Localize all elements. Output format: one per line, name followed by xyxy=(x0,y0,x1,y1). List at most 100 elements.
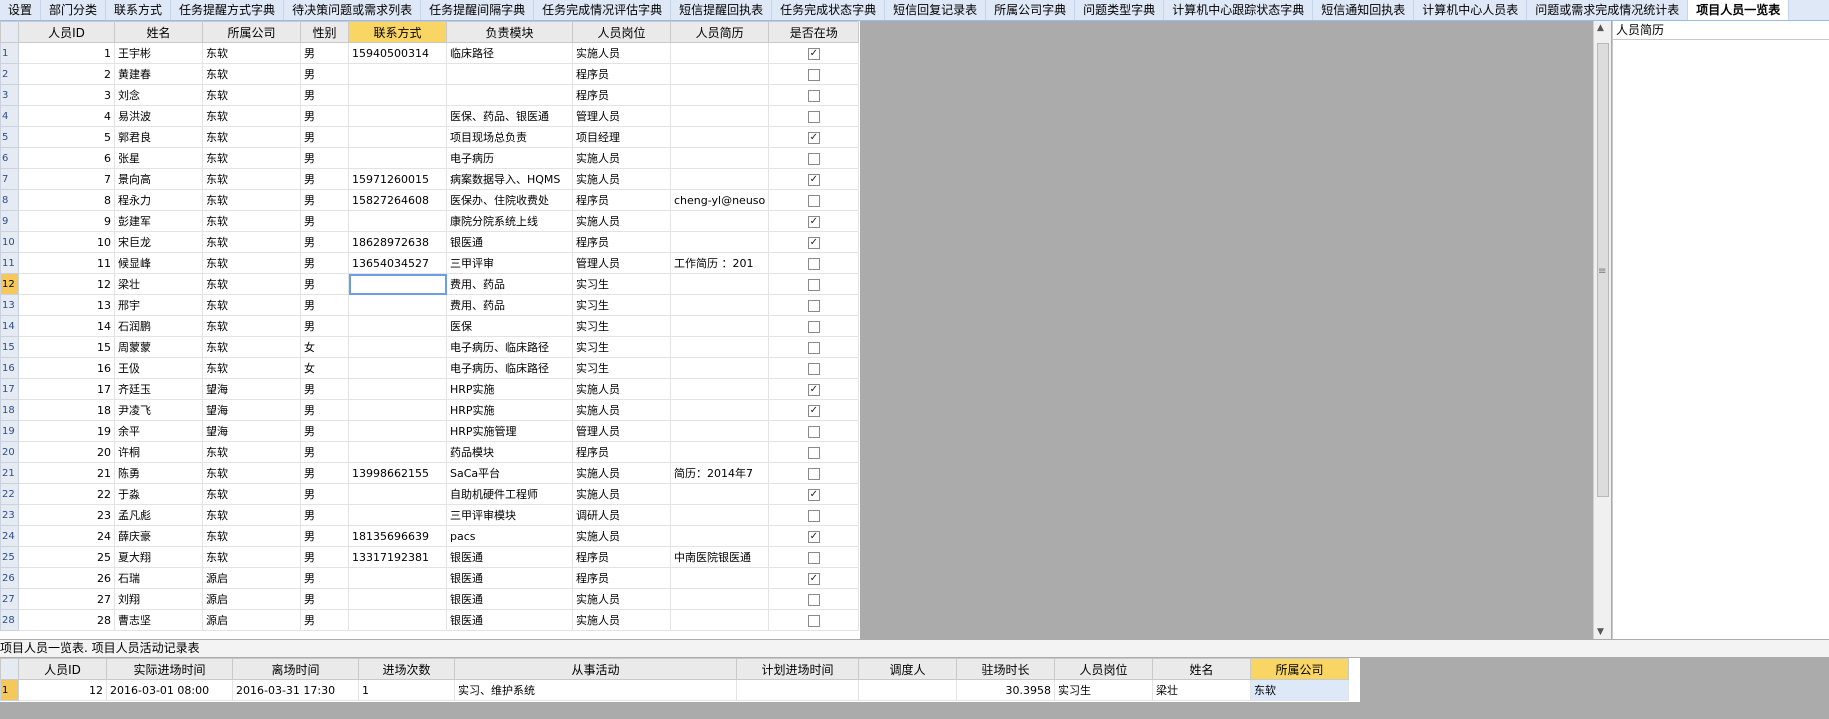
main-grid[interactable]: 人员ID 姓名 所属公司 性别 联系方式 负责模块 人员岗位 人员简历 是否在场 1 1 王宇彬 东软… xyxy=(0,21,860,639)
company-cell[interactable]: 东软 xyxy=(202,42,301,64)
row-selector[interactable]: 6 xyxy=(0,147,19,169)
resume-cell[interactable] xyxy=(669,504,770,526)
module-cell[interactable]: 银医通 xyxy=(446,567,573,589)
contact-cell[interactable] xyxy=(348,609,447,631)
row-selector[interactable]: 7 xyxy=(0,168,19,190)
contact-cell[interactable] xyxy=(348,378,447,400)
column-header[interactable]: 调度人 xyxy=(858,658,957,680)
company-cell[interactable]: 东软 xyxy=(202,525,301,547)
activity-cell[interactable]: 实习、维护系统 xyxy=(454,679,737,701)
table-row[interactable]: 20 20 许桐 东软男药品模块 程序员 xyxy=(0,441,860,463)
column-header[interactable]: 计划进场时间 xyxy=(736,658,859,680)
person-id-cell[interactable]: 20 xyxy=(18,441,115,463)
person-id-cell[interactable]: 19 xyxy=(18,420,115,442)
gender-cell[interactable]: 男 xyxy=(300,105,349,127)
onsite-checkbox[interactable]: ✓ xyxy=(807,488,820,501)
resume-cell[interactable] xyxy=(669,588,770,610)
column-header[interactable]: 所属公司 xyxy=(202,21,301,43)
contact-cell[interactable] xyxy=(348,210,447,232)
name-cell[interactable]: 余平 xyxy=(114,420,203,442)
resume-cell[interactable] xyxy=(669,63,770,85)
company-cell[interactable]: 东软 xyxy=(202,336,301,358)
resume-panel[interactable]: 人员简历 xyxy=(1612,21,1829,639)
module-cell[interactable]: 电子病历 xyxy=(446,147,573,169)
person-id-cell[interactable]: 24 xyxy=(18,525,115,547)
post-cell[interactable]: 实施人员 xyxy=(572,462,671,484)
person-id-cell[interactable]: 28 xyxy=(18,609,115,631)
table-row[interactable]: 6 6 张星 东软男电子病历 实施人员 xyxy=(0,147,860,169)
row-selector[interactable]: 25 xyxy=(0,546,19,568)
onsite-checkbox[interactable]: ✓ xyxy=(807,236,820,249)
contact-cell[interactable]: 13998662155 xyxy=(348,462,447,484)
scroll-up-icon[interactable]: ▲ xyxy=(1597,23,1604,33)
row-selector[interactable]: 26 xyxy=(0,567,19,589)
row-selector[interactable]: 19 xyxy=(0,420,19,442)
contact-cell[interactable] xyxy=(348,294,447,316)
contact-cell[interactable]: 18135696639 xyxy=(348,525,447,547)
company-cell[interactable]: 东软 xyxy=(202,462,301,484)
resume-cell[interactable] xyxy=(669,273,770,295)
name-cell[interactable]: 程永力 xyxy=(114,189,203,211)
company-cell[interactable]: 源启 xyxy=(202,609,301,631)
module-cell[interactable]: 临床路径 xyxy=(446,42,573,64)
resume-cell[interactable] xyxy=(669,105,770,127)
resume-cell[interactable]: 中南医院银医通 xyxy=(669,546,770,568)
person-id-cell[interactable]: 12 xyxy=(18,679,107,701)
module-cell[interactable]: 项目现场总负责 xyxy=(446,126,573,148)
module-cell[interactable]: 三甲评审模块 xyxy=(446,504,573,526)
row-selector[interactable]: 16 xyxy=(0,357,19,379)
tab-1[interactable]: 部门分类 xyxy=(41,0,107,20)
tab-9[interactable]: 短信回复记录表 xyxy=(885,0,987,20)
column-header[interactable]: 人员岗位 xyxy=(1054,658,1153,680)
onsite-checkbox[interactable]: ✓ xyxy=(807,47,820,60)
gender-cell[interactable]: 男 xyxy=(300,315,349,337)
module-cell[interactable]: 医保、药品、银医通 xyxy=(446,105,573,127)
name-cell[interactable]: 刘念 xyxy=(114,84,203,106)
person-id-cell[interactable]: 27 xyxy=(18,588,115,610)
table-row[interactable]: 19 19 余平 望海男 HRP实施管理 管理人员 xyxy=(0,420,860,442)
tab-2[interactable]: 联系方式 xyxy=(106,0,172,20)
row-selector[interactable]: 3 xyxy=(0,84,19,106)
post-cell[interactable]: 实施人员 xyxy=(572,210,671,232)
gender-cell[interactable]: 男 xyxy=(300,294,349,316)
column-header[interactable]: 离场时间 xyxy=(232,658,359,680)
company-cell[interactable]: 东软 xyxy=(202,126,301,148)
company-cell[interactable]: 东软 xyxy=(202,84,301,106)
onsite-checkbox[interactable] xyxy=(807,509,820,522)
gender-cell[interactable]: 男 xyxy=(300,399,349,421)
resume-cell[interactable] xyxy=(669,210,770,232)
table-row[interactable]: 12 12 梁壮 东软男费用、药品 实习生 xyxy=(0,273,860,295)
person-id-cell[interactable]: 25 xyxy=(18,546,115,568)
post-cell[interactable]: 程序员 xyxy=(572,231,671,253)
table-row[interactable]: 2 2 黄建春 东软男程序员 xyxy=(0,63,860,85)
resume-cell[interactable] xyxy=(669,42,770,64)
post-cell[interactable]: 程序员 xyxy=(572,189,671,211)
tab-11[interactable]: 问题类型字典 xyxy=(1075,0,1165,20)
vertical-scrollbar[interactable]: ▲ ≡ ▼ xyxy=(1593,21,1611,639)
resume-cell[interactable] xyxy=(669,441,770,463)
table-row[interactable]: 5 5 郭君良 东软男项目现场总负责 项目经理 ✓ xyxy=(0,126,860,148)
contact-cell[interactable] xyxy=(348,483,447,505)
contact-cell[interactable]: 15827264608 xyxy=(348,189,447,211)
row-selector[interactable]: 9 xyxy=(0,210,19,232)
resume-cell[interactable] xyxy=(669,231,770,253)
tab-0[interactable]: 设置 xyxy=(0,0,42,20)
resume-cell[interactable] xyxy=(669,168,770,190)
gender-cell[interactable]: 男 xyxy=(300,441,349,463)
onsite-checkbox[interactable] xyxy=(807,614,820,627)
name-cell[interactable]: 石瑞 xyxy=(114,567,203,589)
onsite-checkbox[interactable] xyxy=(807,299,820,312)
name-cell[interactable]: 陈勇 xyxy=(114,462,203,484)
post-cell[interactable]: 管理人员 xyxy=(572,252,671,274)
company-cell[interactable]: 东软 xyxy=(202,168,301,190)
name-cell[interactable]: 邢宇 xyxy=(114,294,203,316)
contact-cell[interactable] xyxy=(348,567,447,589)
resume-cell[interactable] xyxy=(669,378,770,400)
resume-cell[interactable] xyxy=(669,609,770,631)
tab-13[interactable]: 短信通知回执表 xyxy=(1313,0,1415,20)
tab-15[interactable]: 问题或需求完成情况统计表 xyxy=(1527,0,1689,20)
name-cell[interactable]: 黄建春 xyxy=(114,63,203,85)
tab-6[interactable]: 任务完成情况评估字典 xyxy=(534,0,672,20)
onsite-checkbox[interactable] xyxy=(807,257,820,270)
row-selector[interactable]: 28 xyxy=(0,609,19,631)
